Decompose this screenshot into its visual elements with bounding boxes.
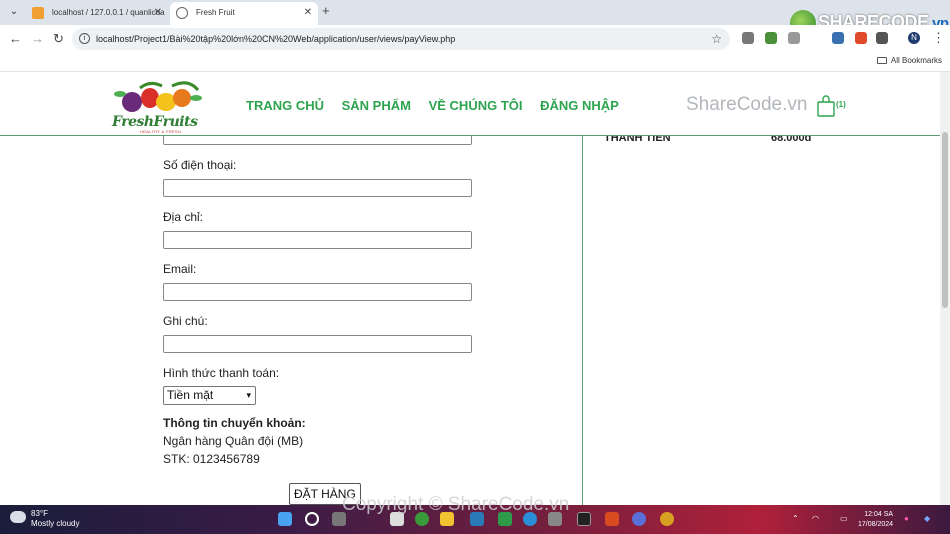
cloud-icon bbox=[10, 511, 26, 523]
address-field[interactable] bbox=[163, 231, 472, 249]
weather-widget[interactable]: 83°F Mostly cloudy bbox=[10, 509, 79, 529]
payment-selected-value: Tiền mặt bbox=[167, 388, 214, 402]
extension-icon[interactable] bbox=[832, 32, 844, 44]
fruit-basket-icon bbox=[114, 81, 202, 112]
clock-date: 17/08/2024 bbox=[858, 521, 894, 528]
tab-search-icon[interactable]: ⌄ bbox=[6, 4, 22, 20]
email-label: Email: bbox=[163, 262, 197, 276]
terminal-icon[interactable] bbox=[577, 512, 591, 526]
site-info-icon[interactable]: i bbox=[79, 33, 90, 44]
url-text: localhost/Project1/Bài%20tập%20lớn%20CN%… bbox=[96, 34, 456, 44]
tab-fresh-fruit[interactable]: Fresh Fruit ✕ bbox=[170, 2, 318, 25]
bookmarks-bar: All Bookmarks bbox=[0, 53, 950, 72]
menu-item-login[interactable]: ĐĂNG NHẬP bbox=[540, 98, 619, 113]
tab-phpmyadmin[interactable]: localhost / 127.0.0.1 / quanlicua ✕ bbox=[26, 2, 168, 25]
address-bar-row: ← → ↻ i localhost/Project1/Bài%20tập%20l… bbox=[0, 25, 950, 53]
chevron-up-icon[interactable]: ⌃ bbox=[792, 514, 799, 523]
phone-label: Số điện thoại: bbox=[163, 158, 237, 172]
system-clock[interactable]: 12:04 SA 17/08/2024 bbox=[858, 510, 893, 530]
forward-arrow-icon[interactable]: → bbox=[31, 31, 44, 46]
battery-icon[interactable]: ▭ bbox=[840, 514, 848, 523]
more-menu-icon[interactable]: ⋮ bbox=[932, 30, 945, 46]
clock-time: 12:04 SA bbox=[864, 511, 894, 518]
close-tab-icon[interactable]: ✕ bbox=[304, 2, 312, 23]
search-icon[interactable] bbox=[305, 512, 319, 526]
checkout-form: Số điện thoại: Địa chỉ: Email: Ghi chú: … bbox=[0, 127, 583, 505]
widgets-icon[interactable]: ◆ bbox=[924, 514, 930, 523]
globe-icon bbox=[176, 7, 188, 19]
menu-item-home[interactable]: TRANG CHỦ bbox=[246, 98, 324, 113]
phone-field[interactable] bbox=[163, 179, 472, 197]
phpmyadmin-icon bbox=[32, 7, 44, 19]
menu-item-about[interactable]: VỀ CHÚNG TÔI bbox=[429, 98, 523, 113]
chevron-down-icon: ▾ bbox=[246, 390, 251, 400]
extension-icon[interactable] bbox=[765, 32, 777, 44]
chrome-icon[interactable] bbox=[660, 512, 674, 526]
page-viewport: FreshFruits HEALTHY & FRESH TRANG CHỦ SẢ… bbox=[0, 72, 940, 505]
app-icon[interactable] bbox=[632, 512, 646, 526]
close-tab-icon[interactable]: ✕ bbox=[154, 2, 162, 23]
sharecode-watermark-text: ShareCode.vn bbox=[686, 94, 808, 115]
shopping-bag-icon[interactable] bbox=[816, 94, 836, 118]
copyright-watermark: Copyright © ShareCode.vn bbox=[342, 494, 570, 515]
folder-icon bbox=[876, 57, 887, 64]
wifi-icon[interactable]: ◠ bbox=[812, 514, 819, 523]
weather-condition: Mostly cloudy bbox=[31, 519, 80, 528]
brand-tagline: HEALTHY & FRESH bbox=[140, 129, 182, 134]
account-number: STK: 0123456789 bbox=[163, 452, 260, 466]
site-header: FreshFruits HEALTHY & FRESH TRANG CHỦ SẢ… bbox=[0, 72, 940, 136]
freshfruits-logo[interactable]: FreshFruits HEALTHY & FRESH bbox=[104, 76, 208, 134]
new-tab-button[interactable]: + bbox=[322, 3, 330, 18]
all-bookmarks-button[interactable]: All Bookmarks bbox=[876, 56, 942, 65]
back-arrow-icon[interactable]: ← bbox=[9, 31, 22, 46]
main-menu: TRANG CHỦ SẢN PHẨM VỀ CHÚNG TÔI ĐĂNG NHẬ… bbox=[246, 98, 633, 113]
reload-icon[interactable]: ↻ bbox=[53, 31, 64, 47]
brand-name: FreshFruits bbox=[112, 114, 198, 130]
cart-count-badge[interactable]: (1) bbox=[836, 100, 846, 109]
payment-method-select[interactable]: Tiền mặt ▾ bbox=[163, 386, 256, 405]
app-icon[interactable] bbox=[605, 512, 619, 526]
tab-title: Fresh Fruit bbox=[196, 8, 235, 17]
notification-icon[interactable]: ● bbox=[904, 514, 909, 523]
bank-name: Ngân hàng Quân đội (MB) bbox=[163, 434, 304, 448]
email-field[interactable] bbox=[163, 283, 472, 301]
browser-tab-bar: ⌄ localhost / 127.0.0.1 / quanlicua ✕ Fr… bbox=[0, 0, 950, 36]
start-icon[interactable] bbox=[278, 512, 292, 526]
scrollbar-thumb[interactable] bbox=[942, 132, 948, 308]
payment-label: Hình thức thanh toán: bbox=[163, 366, 280, 380]
tab-title: localhost / 127.0.0.1 / quanlicua bbox=[52, 8, 165, 17]
profile-avatar[interactable]: N bbox=[908, 32, 920, 44]
extension-icon[interactable] bbox=[742, 32, 754, 44]
extensions-puzzle-icon[interactable] bbox=[876, 32, 888, 44]
note-label: Ghi chú: bbox=[163, 314, 208, 328]
address-label: Địa chỉ: bbox=[163, 210, 204, 224]
menu-item-products[interactable]: SẢN PHẨM bbox=[342, 98, 411, 113]
extension-icon[interactable] bbox=[855, 32, 867, 44]
weather-temperature: 83°F bbox=[31, 509, 48, 518]
url-input[interactable]: i localhost/Project1/Bài%20tập%20lớn%20C… bbox=[72, 28, 730, 50]
page-scrollbar[interactable] bbox=[940, 72, 950, 505]
bookmark-star-icon[interactable]: ☆ bbox=[711, 28, 722, 50]
note-field[interactable] bbox=[163, 335, 472, 353]
extension-icon[interactable] bbox=[788, 32, 800, 44]
transfer-info-title: Thông tin chuyển khoản: bbox=[163, 416, 306, 430]
